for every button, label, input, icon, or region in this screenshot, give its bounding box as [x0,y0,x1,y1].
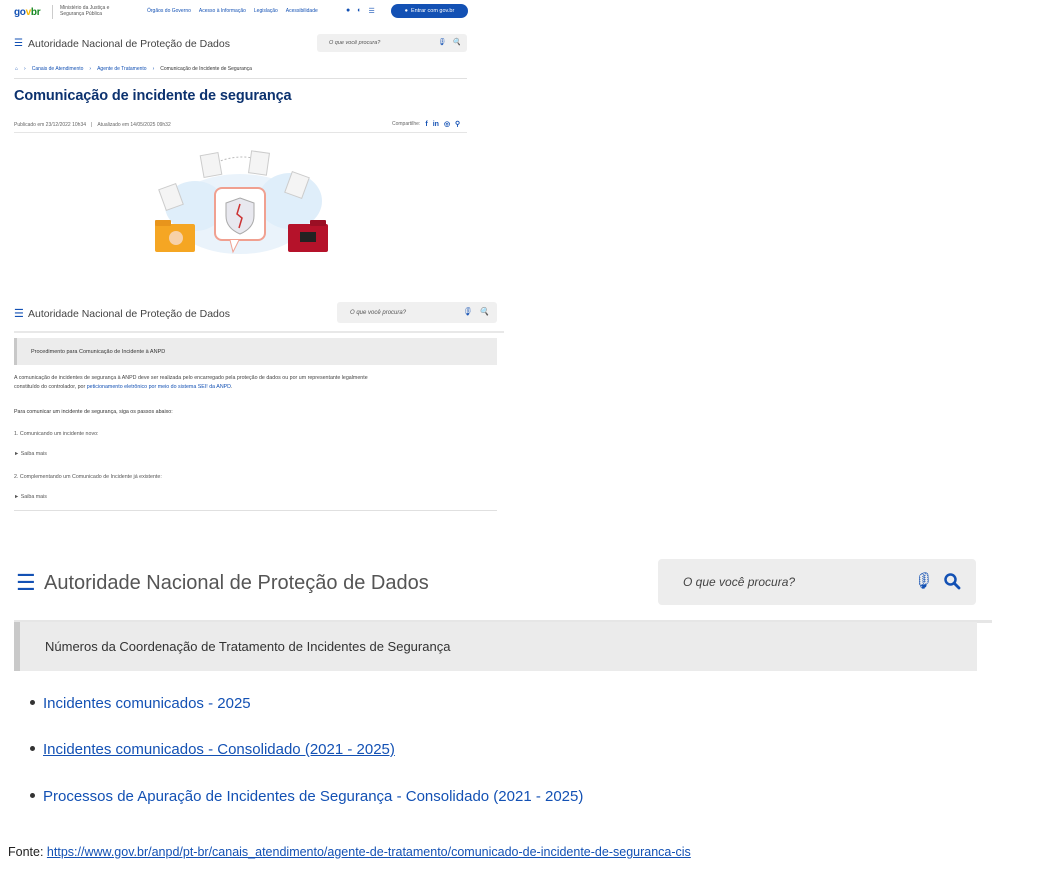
govbr-logo[interactable]: govbr [14,7,41,18]
breadcrumb-item[interactable]: Agente de Tratamento [97,66,146,72]
top-links: Órgãos do Governo Acesso à Informação Le… [147,8,318,14]
divider [14,132,467,133]
microphone-icon[interactable]: 🎙 [462,307,472,316]
breadcrumb-current: Comunicação de Incidente de Segurança [160,66,252,72]
search-input[interactable]: O que você procura? 🎙 🔍 [317,34,467,52]
search-input[interactable]: O que você procura? 🎙 🔍 [337,302,497,323]
apps-icon[interactable]: ☰ [368,7,374,15]
procedure-paragraph: A comunicação de incidentes de segurança… [14,374,504,392]
incident-illustration [155,150,328,254]
saiba-mais-toggle[interactable]: ► Saiba mais [14,451,47,457]
list-item: Incidentes comunicados - Consolidado (20… [30,741,395,758]
published-date: Publicado em 23/12/2022 10h34 [14,122,87,128]
home-icon[interactable]: ⌂ [15,66,18,72]
linkedin-icon[interactable]: in [433,121,439,128]
search-placeholder: O que você procura? [329,40,381,46]
bullet [30,745,35,751]
login-button[interactable]: ● Entrar com gov.br [391,4,468,18]
site-title[interactable]: Autoridade Nacional de Proteção de Dados [28,308,230,320]
source-label: Fonte: [8,845,47,859]
paragraph-text: A comunicação de incidentes de segurança… [14,375,368,381]
breadcrumb-item[interactable]: Canais de Atendimento [32,66,84,72]
site-title[interactable]: Autoridade Nacional de Proteção de Dados [44,572,429,595]
processos-apuracao-link[interactable]: Processos de Apuração de Incidentes de S… [43,788,583,805]
breadcrumb-sep-icon: › [152,66,155,72]
step-1: 1. Comunicando um incidente novo: [14,431,99,437]
search-icon[interactable]: 🔍 [479,307,489,316]
search-input[interactable]: O que você procura? 🎙 [658,559,976,605]
list-item: Incidentes comunicados - 2025 [30,695,251,712]
breadcrumb-sep-icon: › [89,66,92,72]
search-placeholder: O que você procura? [683,575,796,589]
link-icon[interactable]: ⚲ [455,120,460,128]
divider [14,78,467,79]
share-bar: Compartilhe: f in ◎ ⚲ [392,120,460,129]
cookie-icon[interactable]: ● [346,7,350,15]
updated-date: Atualizado em 14/05/2025 09h32 [97,122,171,128]
whatsapp-icon[interactable]: ◎ [444,120,450,128]
incidentes-consolidado-link[interactable]: Incidentes comunicados - Consolidado (20… [43,741,395,758]
divider [14,510,497,511]
step-2: 2. Complementando um Comunicado de Incid… [14,474,162,480]
link-orgaos[interactable]: Órgãos do Governo [147,8,191,14]
ministry-name: Ministério da Justiça e Segurança Públic… [60,5,110,17]
menu-icon[interactable]: ☰ [16,569,36,597]
breadcrumb-sep-icon: › [24,66,26,72]
link-acesso-informacao[interactable]: Acesso à Informação [199,8,246,14]
section-header: Procedimento para Comunicação de Inciden… [14,338,497,365]
list-item: Processos de Apuração de Incidentes de S… [30,788,583,805]
divider [52,5,53,19]
divider [14,331,504,333]
top-icons: ● ◐ ☰ [346,7,375,15]
breadcrumb: ⌂ › Canais de Atendimento › Agente de Tr… [15,66,252,72]
paragraph-text: constituído do controlador, por [14,384,87,390]
menu-icon[interactable]: ☰ [14,307,24,320]
saiba-mais-toggle[interactable]: ► Saiba mais [14,494,47,500]
publish-meta: Publicado em 23/12/2022 10h34 | Atualiza… [14,122,171,128]
login-label: Entrar com gov.br [411,8,455,14]
menu-icon[interactable]: ☰ [14,38,23,49]
bullet [30,699,35,705]
bullet [30,792,35,798]
search-icon[interactable]: 🔍 [452,38,461,46]
section-header: Números da Coordenação de Tratamento de … [14,622,977,671]
page-title: Comunicação de incidente de segurança [14,88,292,104]
source-url-link[interactable]: https://www.gov.br/anpd/pt-br/canais_ate… [47,845,691,859]
link-legislacao[interactable]: Legislação [254,8,278,14]
incidentes-2025-link[interactable]: Incidentes comunicados - 2025 [43,695,251,712]
meta-separator: | [91,122,93,128]
contrast-icon[interactable]: ◐ [357,7,361,15]
facebook-icon[interactable]: f [425,121,427,128]
microphone-icon[interactable]: 🎙 [912,571,932,591]
user-icon: ● [404,8,408,14]
sei-petition-link[interactable]: peticionamento eletrônico por meio do si… [87,384,231,390]
paragraph-text: . [231,384,233,390]
microphone-icon[interactable]: 🎙 [437,38,446,46]
share-label: Compartilhe: [392,121,421,127]
steps-intro: Para comunicar um incidente de segurança… [14,409,173,415]
search-icon[interactable] [943,572,961,590]
site-title[interactable]: Autoridade Nacional de Proteção de Dados [28,38,230,50]
search-placeholder: O que você procura? [350,309,407,316]
source-note: Fonte: https://www.gov.br/anpd/pt-br/can… [8,845,691,859]
link-acessibilidade[interactable]: Acessibilidade [286,8,318,14]
